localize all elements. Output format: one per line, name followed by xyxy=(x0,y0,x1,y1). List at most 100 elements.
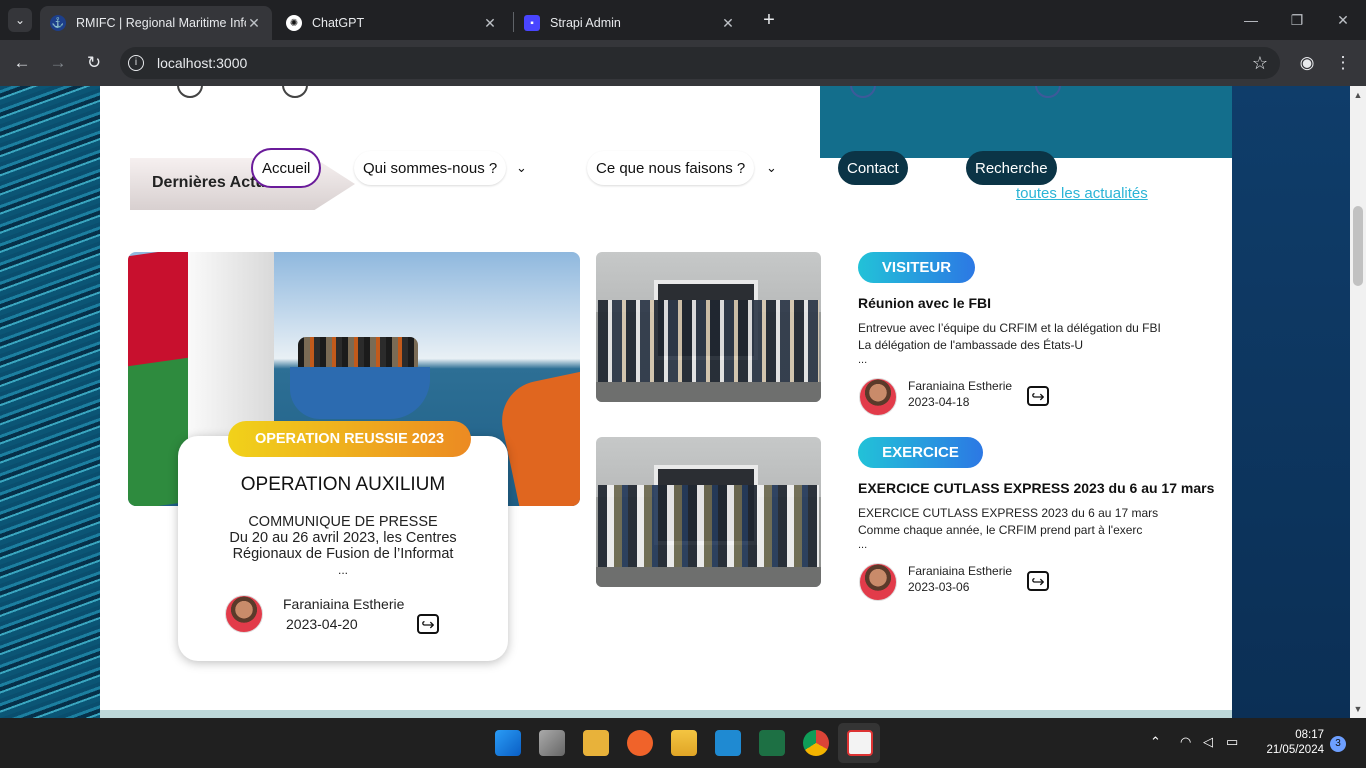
clock-time: 08:17 xyxy=(1295,729,1324,741)
boat-hull xyxy=(290,367,430,419)
clock-date: 21/05/2024 xyxy=(1266,744,1324,756)
battery-icon[interactable]: ▭ xyxy=(1226,734,1238,750)
bookmark-star-icon[interactable]: ☆ xyxy=(1252,53,1268,74)
ocean-background-image xyxy=(0,86,100,718)
author-name: Faraniaina Estherie xyxy=(908,564,1013,578)
article-date: 2023-04-18 xyxy=(908,395,970,409)
share-icon[interactable]: ↪ xyxy=(1027,571,1049,591)
nav-accueil[interactable]: Accueil xyxy=(251,148,322,188)
nav-contact[interactable]: Contact xyxy=(838,151,908,185)
excerpt-line: Du 20 au 26 avril 2023, les Centres xyxy=(229,530,457,546)
excerpt-ellipsis: ... xyxy=(337,563,348,577)
excerpt-ellipsis: ... xyxy=(858,354,868,366)
header-circle-icon[interactable] xyxy=(850,86,876,98)
article-title[interactable]: EXERCICE CUTLASS EXPRESS 2023 du 6 au 17… xyxy=(858,480,1214,496)
menu-kebab-icon[interactable]: ⋮ xyxy=(1332,52,1354,74)
restore-icon[interactable]: ❐ xyxy=(1274,8,1320,32)
tab-search-button[interactable]: ⌄ xyxy=(8,8,32,32)
chevron-down-icon: ⌄ xyxy=(14,13,26,27)
nav-label: Ce que nous faisons ? xyxy=(596,159,746,177)
author-avatar xyxy=(859,563,897,601)
excerpt-line: Entrevue avec l’équipe du CRFIM et la dé… xyxy=(858,321,1161,335)
all-news-link[interactable]: toutes les actualités xyxy=(1016,185,1148,202)
page-scrollbar[interactable]: ▲ ▼ xyxy=(1350,86,1366,718)
chevron-down-icon[interactable]: ⌄ xyxy=(516,160,527,176)
close-tab-icon[interactable]: ✕ xyxy=(720,15,736,32)
reload-icon[interactable]: ↻ xyxy=(83,52,105,74)
notification-badge[interactable]: 3 xyxy=(1330,736,1346,752)
nav-ce-que-nous-faisons[interactable]: Ce que nous faisons ? xyxy=(587,151,755,185)
author-avatar xyxy=(859,378,897,416)
boat-crew xyxy=(298,337,418,371)
fbi-meeting-photo[interactable] xyxy=(596,252,821,402)
author-avatar xyxy=(225,595,263,633)
author-name: Faraniaina Estherie xyxy=(908,379,1013,393)
category-badge: VISITEUR xyxy=(858,252,975,283)
author-name: Faraniaina Estherie xyxy=(283,596,405,612)
back-arrow-icon[interactable]: ← xyxy=(11,52,33,74)
nav-label: Qui sommes-nous ? xyxy=(363,159,498,177)
delegation-group xyxy=(598,300,819,382)
vscode-icon[interactable] xyxy=(715,730,741,756)
search-files-icon[interactable] xyxy=(583,730,609,756)
excerpt-line: Régionaux de Fusion de l’Informat xyxy=(232,546,454,562)
new-tab-icon[interactable]: + xyxy=(758,8,780,32)
chrome-icon[interactable] xyxy=(803,730,829,756)
windows-start-icon[interactable] xyxy=(495,730,521,756)
article-excerpt: COMMUNIQUE DE PRESSE Du 20 au 26 avril 2… xyxy=(208,514,478,578)
nav-qui-sommes-nous[interactable]: Qui sommes-nous ? xyxy=(354,151,507,185)
app-orange-icon[interactable] xyxy=(627,730,653,756)
excel-icon[interactable] xyxy=(759,730,785,756)
latest-news-banner: Dernières Actualités xyxy=(130,158,355,210)
strapi-favicon-icon: ▪ xyxy=(524,15,540,31)
social-icon[interactable] xyxy=(282,86,308,98)
close-window-icon[interactable]: ✕ xyxy=(1320,8,1366,32)
header-teal-block xyxy=(820,86,1232,158)
url-text[interactable]: localhost:3000 xyxy=(157,55,247,71)
site-info-icon[interactable]: i xyxy=(128,55,144,71)
share-icon[interactable]: ↪ xyxy=(417,614,439,634)
close-tab-icon[interactable]: ✕ xyxy=(246,15,262,32)
flag-red-stripe xyxy=(128,252,188,377)
chevron-up-icon[interactable]: ⌃ xyxy=(1150,734,1161,750)
system-clock[interactable]: 08:17 21/05/2024 xyxy=(1258,728,1324,758)
volume-icon[interactable]: ◁ xyxy=(1203,734,1213,750)
tab-rmifc[interactable]: ⚓ RMIFC | Regional Maritime Infor ✕ xyxy=(40,6,272,40)
file-explorer-icon[interactable] xyxy=(671,730,697,756)
tab-title: RMIFC | Regional Maritime Infor xyxy=(76,16,246,30)
address-bar[interactable]: i localhost:3000 ☆ xyxy=(120,47,1280,79)
social-icon[interactable] xyxy=(177,86,203,98)
article-title[interactable]: OPERATION AUXILIUM xyxy=(178,474,508,496)
article-date: 2023-03-06 xyxy=(908,580,970,594)
windows-taskbar: ⌃ ◠ ◁ ▭ 08:17 21/05/2024 3 xyxy=(0,718,1366,768)
tab-chatgpt[interactable]: ✺ ChatGPT ✕ xyxy=(276,6,508,40)
excerpt-ellipsis: ... xyxy=(858,539,868,551)
nav-recherche[interactable]: Recherche xyxy=(966,151,1057,185)
wifi-icon[interactable]: ◠ xyxy=(1180,734,1191,750)
nav-label: Accueil xyxy=(262,159,311,177)
chevron-down-icon[interactable]: ⌄ xyxy=(766,160,777,176)
article-title[interactable]: Réunion avec le FBI xyxy=(858,295,991,311)
scroll-thumb[interactable] xyxy=(1353,206,1363,286)
right-background-band xyxy=(1232,86,1350,718)
scroll-down-icon[interactable]: ▼ xyxy=(1350,704,1366,714)
forward-arrow-icon[interactable]: → xyxy=(47,52,69,74)
task-view-icon[interactable] xyxy=(539,730,565,756)
cutlass-express-photo[interactable] xyxy=(596,437,821,587)
tab-title: Strapi Admin xyxy=(550,16,621,30)
ground xyxy=(596,567,821,587)
scroll-up-icon[interactable]: ▲ xyxy=(1350,90,1366,100)
chatgpt-favicon-icon: ✺ xyxy=(286,15,302,31)
close-tab-icon[interactable]: ✕ xyxy=(482,15,498,32)
header-circle-icon[interactable] xyxy=(1035,86,1061,98)
tab-strapi[interactable]: ▪ Strapi Admin ✕ xyxy=(514,6,746,40)
snipping-tool-icon[interactable] xyxy=(847,730,873,756)
featured-article-card[interactable]: OPERATION REUSSIE 2023 OPERATION AUXILIU… xyxy=(178,421,508,661)
share-icon[interactable]: ↪ xyxy=(1027,386,1049,406)
profile-icon[interactable]: ◉ xyxy=(1296,52,1318,74)
category-badge: EXERCICE xyxy=(858,437,983,468)
browser-tab-bar: ⌄ ⚓ RMIFC | Regional Maritime Infor ✕ ✺ … xyxy=(0,0,1366,40)
excerpt-line: EXERCICE CUTLASS EXPRESS 2023 du 6 au 17… xyxy=(858,506,1159,520)
page-content: Dernières Actualités toutes les actualit… xyxy=(100,86,1232,718)
minimize-icon[interactable]: — xyxy=(1228,8,1274,32)
